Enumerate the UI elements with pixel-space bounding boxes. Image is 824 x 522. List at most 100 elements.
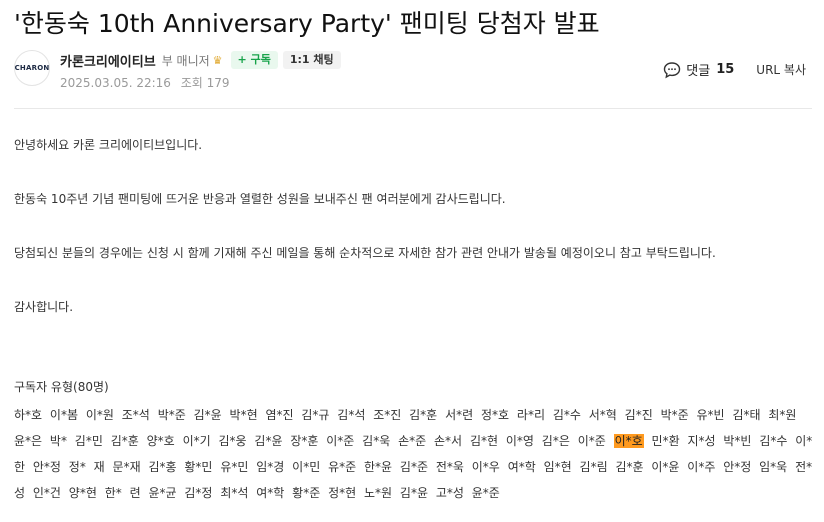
header-divider — [14, 108, 812, 109]
winner-name: 김*수 — [759, 434, 788, 448]
paragraph-greeting: 안녕하세요 카론 크리에이티브입니다. — [14, 138, 203, 152]
winner-name: 박*준 — [660, 408, 689, 422]
section-heading: 구독자 유형(80명) — [14, 380, 109, 394]
winner-name: 조*석 — [121, 408, 150, 422]
author-avatar[interactable]: CHARON — [14, 50, 50, 86]
winner-name: 손*서 — [434, 434, 463, 448]
winner-name: 양*호 — [146, 434, 175, 448]
winner-name: 최*원 — [768, 408, 797, 422]
winner-list: 하*호 이*봄 이*원 조*석 박*준 김*윤 박*현 염*진 김*규 김*석 … — [14, 402, 814, 506]
comments-label[interactable]: 댓글 — [686, 60, 710, 79]
winner-name: 이*윤 — [651, 460, 680, 474]
winner-name: 김*진 — [624, 408, 653, 422]
winner-name: 김*홍 — [148, 460, 177, 474]
winner-name: 안*정 — [723, 460, 752, 474]
winner-name: 라*리 — [516, 408, 545, 422]
winner-name: 박*빈 — [723, 434, 752, 448]
winner-name: 여*학 — [507, 460, 536, 474]
winner-name: 안*정 — [32, 460, 61, 474]
author-row: 카론크리에이티브 부 매니저 ♛ + 구독 1:1 채팅 — [60, 50, 341, 70]
winner-name: 임*경 — [256, 460, 285, 474]
winner-name: 이*민 — [292, 460, 321, 474]
winner-name: 박* — [49, 434, 67, 448]
winner-name: 이*봄 — [49, 408, 79, 422]
winner-name: 박*현 — [229, 408, 258, 422]
winner-name: 김*훈 — [409, 408, 438, 422]
winner-name: 김*현 — [469, 434, 499, 448]
post-title: '한동숙 10th Anniversary Party' 팬미팅 당첨자 발표 — [14, 9, 600, 38]
winner-name: 김*윤 — [254, 434, 283, 448]
winner-name: 한* — [104, 486, 122, 500]
winner-name-highlighted: 이*호 — [613, 434, 644, 448]
winner-name: 서*련 — [445, 408, 474, 422]
view-count: 조회 179 — [180, 76, 230, 90]
chat-button[interactable]: 1:1 채팅 — [282, 51, 341, 69]
winner-name: 고*성 — [435, 486, 464, 500]
winner-name: 이*준 — [326, 434, 355, 448]
winner-name: 양*현 — [68, 486, 97, 500]
winner-name: 재 — [93, 460, 105, 474]
winner-name: 이*기 — [182, 434, 211, 448]
winner-name: 이*주 — [687, 460, 716, 474]
winner-name: 한*윤 — [364, 460, 393, 474]
winner-name: 김*태 — [732, 408, 761, 422]
winner-name: 김*민 — [74, 434, 103, 448]
winner-name: 여*학 — [256, 486, 285, 500]
winner-name: 김*훈 — [110, 434, 139, 448]
crown-icon: ♛ — [212, 53, 223, 67]
winner-name: 임*욱 — [759, 460, 788, 474]
winner-name: 이*준 — [577, 434, 606, 448]
winner-name: 련 — [129, 486, 141, 500]
winner-name: 문*재 — [112, 460, 141, 474]
paragraph-thanks: 한동숙 10주년 기념 팬미팅에 뜨거운 반응과 열렬한 성원을 보내주신 팬 … — [14, 192, 506, 206]
winner-name: 김*윤 — [399, 486, 429, 500]
post-meta: 2025.03.05. 22:16 조회 179 — [60, 74, 230, 91]
author-role: 부 매니저 — [161, 53, 210, 68]
winner-name: 윤*균 — [148, 486, 177, 500]
winner-name: 인*건 — [32, 486, 61, 500]
comment-icon[interactable] — [663, 61, 681, 79]
winner-name: 김*준 — [399, 460, 429, 474]
winner-name: 김*림 — [579, 460, 608, 474]
winner-name: 유*민 — [220, 460, 249, 474]
winner-name: 장*훈 — [290, 434, 319, 448]
post-tools: 댓글 15 URL 복사 — [663, 60, 806, 79]
winner-name: 유*빈 — [696, 408, 725, 422]
winner-name: 유*준 — [328, 460, 357, 474]
winner-name: 김*훈 — [615, 460, 644, 474]
winner-name: 손*준 — [398, 434, 427, 448]
url-copy-button[interactable]: URL 복사 — [756, 61, 806, 78]
winner-name: 김*웅 — [218, 434, 247, 448]
winner-name: 김*수 — [552, 408, 581, 422]
winner-name: 민*환 — [651, 434, 680, 448]
winner-name: 박*준 — [157, 408, 186, 422]
winner-name: 윤*준 — [471, 486, 500, 500]
winner-name: 최*석 — [220, 486, 249, 500]
paragraph-closing: 감사합니다. — [14, 300, 74, 314]
paragraph-notice: 당첨되신 분들의 경우에는 신청 시 함께 기재해 주신 메일을 통해 순차적으… — [14, 246, 716, 260]
winner-name: 서*혁 — [588, 408, 617, 422]
winner-name: 이*영 — [505, 434, 534, 448]
winner-name: 김*석 — [337, 408, 366, 422]
winner-name: 황*민 — [184, 460, 213, 474]
winner-name: 전*욱 — [435, 460, 464, 474]
winner-name: 노*원 — [364, 486, 393, 500]
winner-name: 하*호 — [14, 408, 43, 422]
winner-name: 정*현 — [328, 486, 357, 500]
subscribe-button[interactable]: + 구독 — [230, 51, 278, 69]
winner-name: 김*은 — [541, 434, 570, 448]
winner-name: 조*진 — [373, 408, 402, 422]
winner-name: 정*호 — [480, 408, 510, 422]
winner-name: 염*진 — [265, 408, 294, 422]
winner-name: 김*규 — [301, 408, 330, 422]
winner-name: 김*윤 — [193, 408, 222, 422]
post-date: 2025.03.05. 22:16 — [60, 76, 171, 90]
author-name[interactable]: 카론크리에이티브 — [60, 51, 156, 70]
winner-name: 이*우 — [471, 460, 500, 474]
winner-name: 정* — [68, 460, 86, 474]
winner-name: 지*성 — [687, 434, 716, 448]
winner-name: 이*원 — [85, 408, 114, 422]
winner-name: 임*현 — [543, 460, 572, 474]
winner-name: 황*준 — [292, 486, 321, 500]
comments-count[interactable]: 15 — [716, 62, 734, 77]
